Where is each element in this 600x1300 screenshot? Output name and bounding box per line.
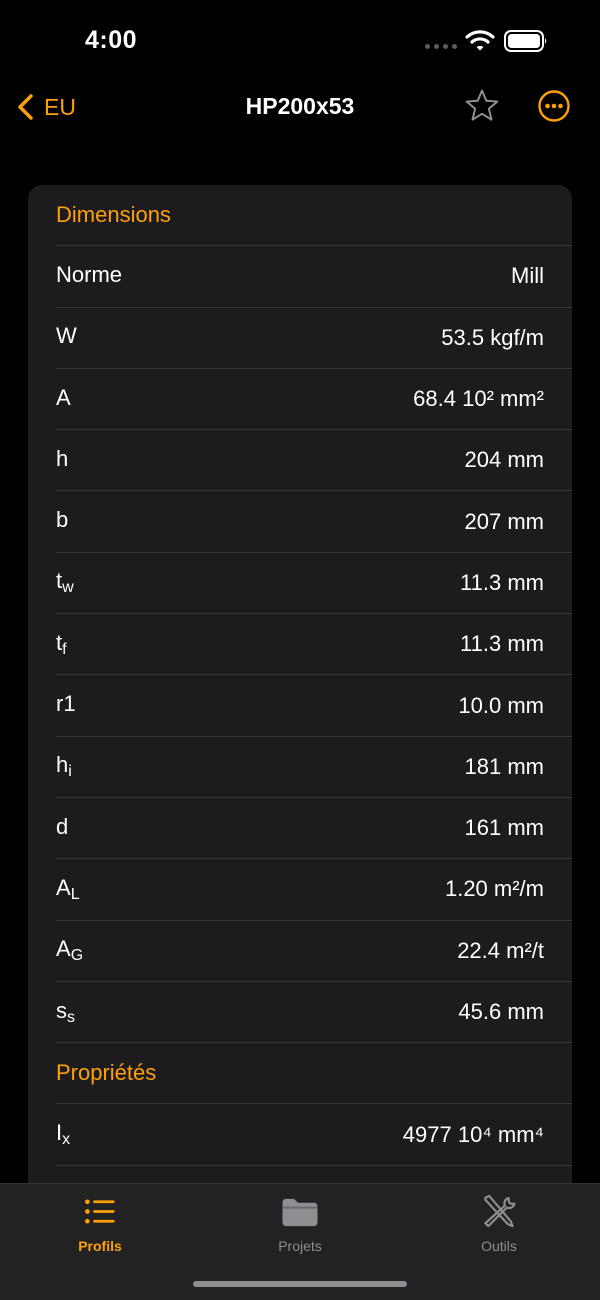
tab-label: Profils [78,1238,122,1254]
property-label: tf [56,629,67,658]
property-row-hi[interactable]: hi 181 mm [56,737,572,798]
property-value: 181 mm [464,753,544,779]
cellular-signal-icon [425,44,457,50]
profile-properties-card: Dimensions Norme Mill W 53.5 kgf/m A 68.… [28,185,572,1285]
tab-outils[interactable]: Outils [439,1194,559,1254]
property-row-w[interactable]: W 53.5 kgf/m [56,308,572,369]
property-row-al[interactable]: AL 1.20 m²/m [56,859,572,921]
battery-icon [504,30,547,52]
property-value: 10.0 mm [458,692,544,718]
property-label: AL [56,874,80,903]
wifi-icon [465,30,495,51]
property-label: tw [56,568,74,597]
page-title: HP200x53 [245,93,355,119]
property-label: b [56,507,69,533]
property-label: r1 [56,691,76,717]
property-label: h [56,445,69,471]
property-label: W [56,323,77,349]
property-row-r1[interactable]: r1 10.0 mm [56,675,572,737]
tab-label: Outils [481,1238,517,1254]
tools-icon [484,1194,516,1228]
property-label: Norme [56,261,123,287]
property-value: 45.6 mm [458,999,544,1025]
property-row-ag[interactable]: AG 22.4 m²/t [56,921,572,982]
property-value: 11.3 mm [460,631,544,657]
property-value: 161 mm [464,815,544,841]
property-row-tw[interactable]: tw 11.3 mm [56,553,572,615]
property-row-a[interactable]: A 68.4 10² mm² [56,369,572,431]
property-label: hi [56,752,72,781]
property-label: d [56,813,69,839]
status-time: 4:00 [85,26,138,54]
tab-projets[interactable]: Projets [240,1194,360,1254]
list-icon [85,1199,115,1224]
tab-label: Projets [278,1238,322,1254]
property-row-b[interactable]: b 207 mm [56,492,572,553]
property-label: A [56,384,71,410]
section-header-proprietes: Propriétés [56,1043,572,1105]
property-value: 11.3 mm [460,569,544,595]
property-value: 68.4 10² mm² [413,386,544,412]
more-options-icon[interactable] [537,89,571,123]
property-row-norme[interactable]: Norme Mill [56,246,572,308]
status-bar: 4:00 [0,0,600,80]
property-label: AG [56,936,84,965]
tab-profils[interactable]: Profils [40,1194,160,1254]
property-value: 22.4 m²/t [457,937,544,963]
property-value: 53.5 kgf/m [441,324,544,350]
property-label: ss [56,997,75,1026]
section-header-dimensions: Dimensions [56,185,572,247]
property-row-h[interactable]: h 204 mm [56,430,572,492]
property-row-d[interactable]: d 161 mm [56,798,572,860]
property-value: 1.20 m²/m [444,876,544,902]
home-indicator[interactable] [193,1281,407,1287]
property-label: Ix [56,1120,71,1149]
navigation-bar: EU HP200x53 [0,80,600,136]
property-row-ix[interactable]: Ix 4977 10⁴ mm⁴ [56,1105,572,1166]
favorite-star-icon[interactable] [464,88,500,124]
property-value: 207 mm [464,508,544,534]
property-value: 4977 10⁴ mm⁴ [402,1121,544,1147]
property-row-tf[interactable]: tf 11.3 mm [56,614,572,676]
property-value: Mill [511,263,544,289]
folder-icon [282,1198,318,1227]
property-value: 204 mm [464,447,544,473]
property-row-ss[interactable]: ss 45.6 mm [56,982,572,1044]
